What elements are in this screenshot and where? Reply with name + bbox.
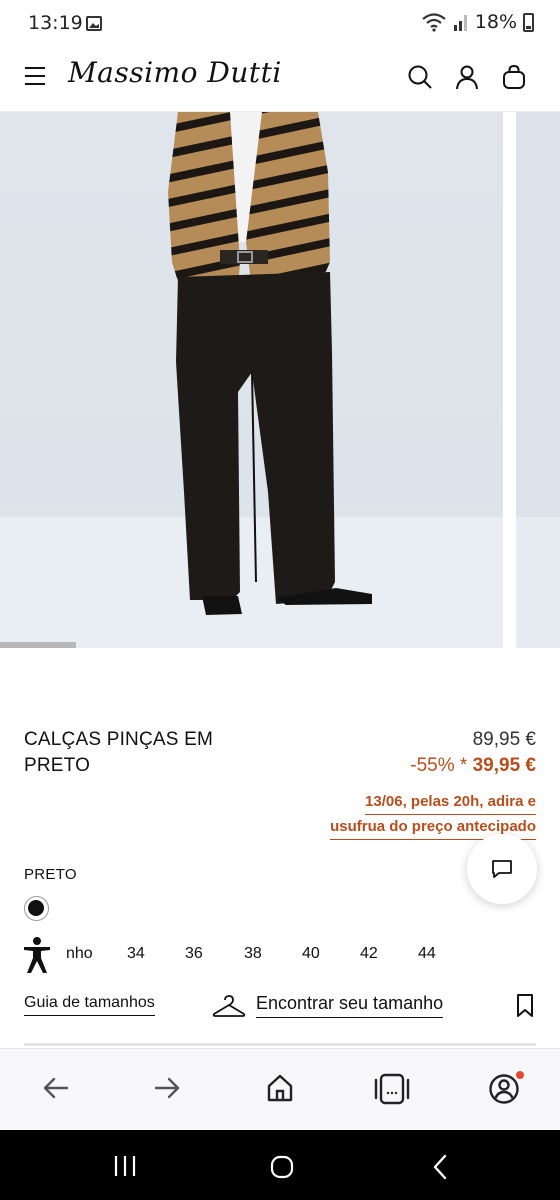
hanger-icon[interactable] <box>212 994 246 1020</box>
home-circle-icon[interactable] <box>269 1154 295 1180</box>
gallery-progress-bar <box>0 642 76 648</box>
menu-icon[interactable] <box>25 67 45 85</box>
size-option-36[interactable]: 36 <box>185 945 203 963</box>
find-size-link[interactable]: Encontrar seu tamanho <box>256 993 444 1018</box>
wifi-icon <box>422 13 446 32</box>
price-block: 89,95 € -55% * 39,95 € <box>410 727 536 779</box>
back-arrow-icon[interactable] <box>41 1073 71 1103</box>
price-row: -55% * 39,95 € <box>410 753 536 779</box>
sale-price: 39,95 € <box>472 755 536 776</box>
bookmark-icon[interactable] <box>515 993 535 1019</box>
back-chevron-icon[interactable] <box>430 1154 450 1180</box>
size-label-partial: nho <box>66 945 93 962</box>
status-bar: 13:19 18% <box>0 0 560 46</box>
battery-percent: 18% <box>474 11 517 33</box>
brand-logo[interactable]: Massimo Dutti <box>68 56 282 89</box>
color-swatch-black[interactable] <box>28 900 44 916</box>
search-icon[interactable] <box>407 64 433 90</box>
home-icon[interactable] <box>265 1073 295 1103</box>
product-title-line2: PRETO <box>24 755 91 776</box>
profile-icon[interactable] <box>488 1073 520 1105</box>
recent-apps-icon[interactable] <box>112 1154 138 1178</box>
account-icon[interactable] <box>454 64 480 90</box>
product-title-line1: CALÇAS PINÇAS EM <box>24 729 214 750</box>
section-divider <box>24 1043 536 1046</box>
size-option-34[interactable]: 34 <box>127 945 145 963</box>
model-illustration <box>168 112 372 615</box>
price-original: 89,95 € <box>472 729 536 750</box>
gallery-notification-icon <box>86 16 102 31</box>
size-option-40[interactable]: 40 <box>302 945 320 963</box>
battery-icon <box>523 12 534 32</box>
shopping-bag-icon[interactable] <box>501 64 527 90</box>
chat-bubble-icon <box>492 860 512 878</box>
promo-line1[interactable]: 13/06, pelas 20h, adira e <box>365 790 536 815</box>
size-person-icon <box>24 937 50 973</box>
size-option-42[interactable]: 42 <box>360 945 378 963</box>
tabs-icon[interactable] <box>373 1073 411 1105</box>
size-selector: nho 34 36 38 40 42 44 <box>0 930 560 976</box>
size-option-38[interactable]: 38 <box>244 945 262 963</box>
status-indicators: 18% <box>421 11 534 33</box>
notification-dot <box>516 1071 524 1079</box>
chat-button[interactable] <box>467 834 537 904</box>
system-navigation-bar <box>0 1130 560 1200</box>
discount-label: -55% * <box>410 755 468 776</box>
signal-icon <box>453 15 467 31</box>
early-access-promo-link[interactable]: 13/06, pelas 20h, adira e usufrua do pre… <box>330 790 536 840</box>
size-guide-link[interactable]: Guia de tamanhos <box>24 994 155 1016</box>
forward-arrow-icon[interactable] <box>152 1073 182 1103</box>
browser-toolbar <box>0 1048 560 1130</box>
product-title: CALÇAS PINÇAS EM PRETO <box>24 727 284 779</box>
status-time: 13:19 <box>28 12 83 34</box>
site-header: Massimo Dutti <box>0 46 560 112</box>
product-gallery[interactable] <box>0 112 560 648</box>
size-option-44[interactable]: 44 <box>418 945 436 963</box>
product-photo[interactable] <box>0 112 503 648</box>
color-label: PRETO <box>24 866 77 883</box>
color-swatch-selected[interactable] <box>24 896 49 921</box>
